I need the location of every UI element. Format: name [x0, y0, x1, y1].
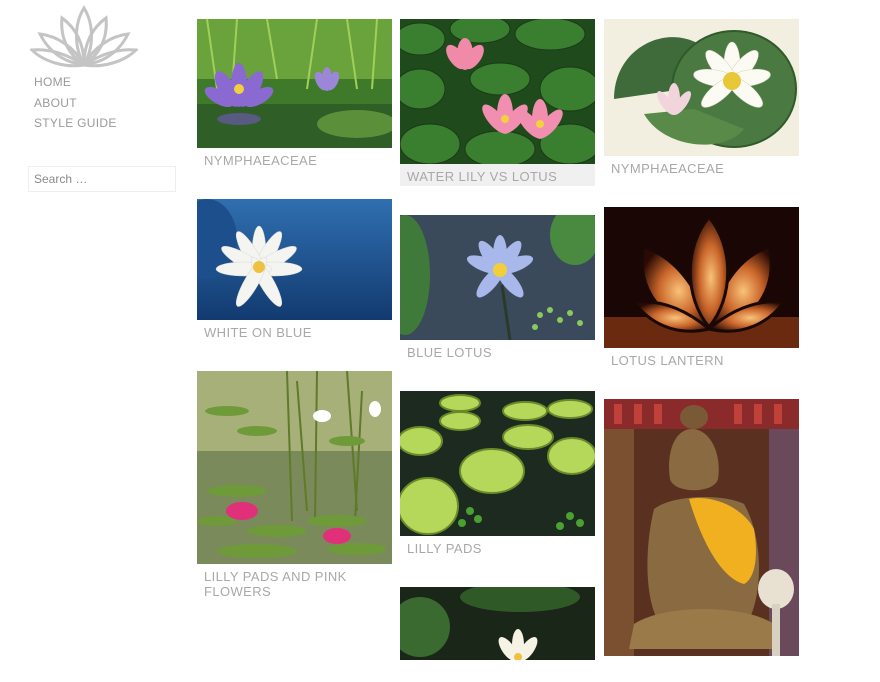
post-thumbnail[interactable]	[604, 207, 799, 348]
post-card-lotus-lantern[interactable]: LOTUS LANTERN	[604, 207, 799, 370]
post-title[interactable]: NYMPHAEACEAE	[604, 156, 799, 178]
post-title[interactable]: NYMPHAEACEAE	[197, 148, 392, 170]
post-card-lilly-pads-pink[interactable]: LILLY PADS AND PINK FLOWERS	[197, 371, 392, 599]
post-thumbnail[interactable]	[197, 19, 392, 148]
post-title[interactable]	[604, 656, 799, 678]
nav-item-home[interactable]: HOME	[34, 74, 117, 95]
search-input[interactable]	[28, 166, 176, 192]
main-nav: HOME ABOUT STYLE GUIDE	[34, 74, 117, 136]
post-thumbnail[interactable]	[400, 19, 595, 164]
post-title[interactable]	[400, 660, 595, 682]
post-card-white-lily[interactable]	[400, 587, 595, 682]
post-title[interactable]: LOTUS LANTERN	[604, 348, 799, 370]
post-card-blue-lotus[interactable]: BLUE LOTUS	[400, 215, 595, 362]
post-thumbnail[interactable]	[197, 371, 392, 564]
post-title[interactable]: BLUE LOTUS	[400, 340, 595, 362]
post-title[interactable]: WATER LILY VS LOTUS	[400, 164, 595, 186]
post-card-lilly-pads[interactable]: LILLY PADS	[400, 391, 595, 558]
post-thumbnail[interactable]	[400, 215, 595, 340]
post-thumbnail[interactable]	[604, 399, 799, 656]
nav-item-style-guide[interactable]: STYLE GUIDE	[34, 115, 117, 136]
post-card-white-on-blue[interactable]: WHITE ON BLUE	[197, 199, 392, 342]
post-card-buddha[interactable]	[604, 399, 799, 678]
post-thumbnail[interactable]	[400, 391, 595, 536]
post-card-water-lily-vs-lotus[interactable]: WATER LILY VS LOTUS	[400, 19, 595, 186]
post-title[interactable]: WHITE ON BLUE	[197, 320, 392, 342]
post-card-nymphaeaceae-illustration[interactable]: NYMPHAEACEAE	[604, 19, 799, 178]
post-title[interactable]: LILLY PADS AND PINK FLOWERS	[197, 564, 392, 599]
post-title[interactable]: LILLY PADS	[400, 536, 595, 558]
post-card-nymphaeaceae[interactable]: NYMPHAEACEAE	[197, 19, 392, 170]
post-thumbnail[interactable]	[604, 19, 799, 156]
lotus-logo-icon[interactable]	[28, 4, 140, 70]
post-thumbnail[interactable]	[197, 199, 392, 320]
nav-item-about[interactable]: ABOUT	[34, 95, 117, 116]
sidebar: HOME ABOUT STYLE GUIDE	[0, 0, 190, 660]
post-thumbnail[interactable]	[400, 587, 595, 660]
